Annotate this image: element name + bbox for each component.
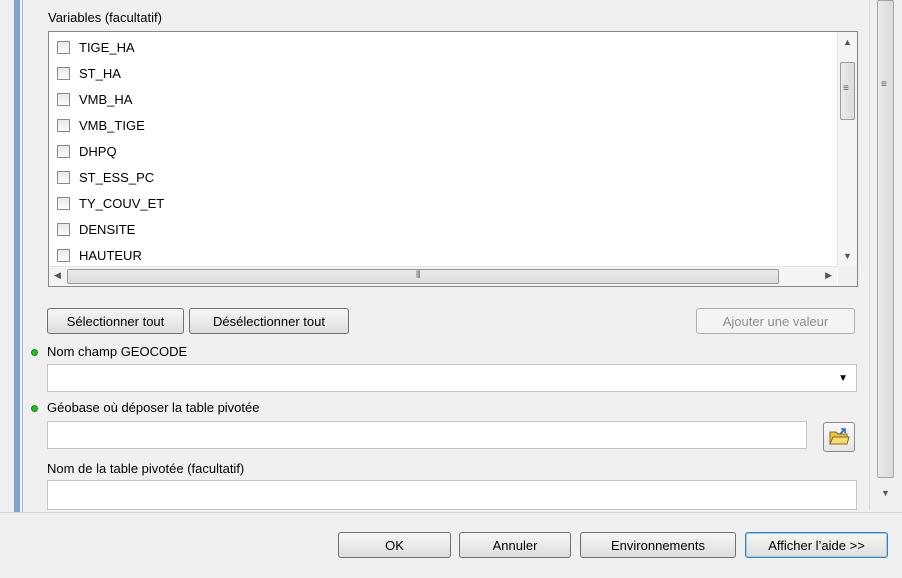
checkbox[interactable] (57, 248, 70, 262)
variables-label: Variables (facultatif) (48, 10, 162, 25)
grip-icon: ≡ (881, 79, 887, 90)
list-item-label: TIGE_HA (79, 39, 135, 55)
list-item[interactable]: TIGE_HA (57, 36, 135, 58)
left-arrow-icon[interactable]: ◀ (54, 271, 61, 280)
geobase-label: Géobase où déposer la table pivotée (47, 400, 260, 415)
up-arrow-icon[interactable]: ▲ (843, 38, 852, 47)
form-vertical-scrollbar[interactable]: ≡ ▼ (869, 0, 902, 510)
variables-listbox[interactable]: TIGE_HA ST_HA VMB_HA VMB_TIGE DHPQ ST_ES… (48, 31, 858, 287)
geocode-label: Nom champ GEOCODE (47, 344, 188, 359)
checkbox[interactable] (57, 170, 70, 184)
add-value-button[interactable]: Ajouter une valeur (696, 308, 855, 334)
variables-list: TIGE_HA ST_HA VMB_HA VMB_TIGE DHPQ ST_ES… (49, 32, 837, 266)
list-item-label: DENSITE (79, 221, 136, 237)
environments-button[interactable]: Environnements (580, 532, 736, 558)
list-item-label: ST_ESS_PC (79, 169, 155, 185)
list-item[interactable]: VMB_TIGE (57, 114, 145, 136)
cancel-button[interactable]: Annuler (459, 532, 571, 558)
list-horizontal-scroll-thumb[interactable]: ⦀ (67, 269, 779, 284)
list-item-label: VMB_HA (79, 91, 133, 107)
grip-icon: ⦀ (416, 270, 421, 281)
list-item-label: TY_COUV_ET (79, 195, 165, 211)
deselect-all-button[interactable]: Désélectionner tout (189, 308, 349, 334)
required-indicator-icon (31, 405, 38, 412)
checkbox[interactable] (57, 66, 70, 80)
table-name-input[interactable] (47, 480, 857, 510)
chevron-down-icon[interactable]: ▼ (838, 373, 848, 384)
list-horizontal-scrollbar[interactable]: ◀ ⦀ ▶ (49, 266, 837, 286)
list-item[interactable]: TY_COUV_ET (57, 192, 164, 214)
select-all-button[interactable]: Sélectionner tout (47, 308, 184, 334)
window-left-edge (0, 0, 23, 515)
list-item[interactable]: ST_HA (57, 62, 121, 84)
table-name-label: Nom de la table pivotée (facultatif) (47, 461, 245, 476)
list-item-label: ST_HA (79, 65, 121, 81)
geobase-input[interactable] (47, 421, 807, 449)
checkbox[interactable] (57, 118, 70, 132)
grip-icon: ≡ (843, 83, 849, 94)
show-help-button[interactable]: Afficher l’aide >> (745, 532, 888, 558)
list-item[interactable]: DENSITE (57, 218, 135, 240)
checkbox[interactable] (57, 196, 70, 210)
right-arrow-icon[interactable]: ▶ (825, 271, 832, 280)
required-indicator-icon (31, 349, 38, 356)
down-arrow-icon[interactable]: ▼ (881, 489, 890, 498)
form-vertical-scroll-thumb[interactable]: ≡ (877, 0, 894, 478)
checkbox[interactable] (57, 144, 70, 158)
down-arrow-icon[interactable]: ▼ (843, 252, 852, 261)
geocode-dropdown[interactable]: ▼ (47, 364, 857, 392)
list-item[interactable]: HAUTEUR (57, 244, 142, 266)
browse-button[interactable] (823, 422, 855, 452)
open-folder-icon (829, 428, 850, 445)
list-item[interactable]: VMB_HA (57, 88, 132, 110)
list-vertical-scroll-thumb[interactable]: ≡ (840, 62, 855, 120)
list-item[interactable]: DHPQ (57, 140, 117, 162)
list-vertical-scrollbar[interactable]: ▲ ≡ ▼ (837, 32, 857, 267)
list-item-label: DHPQ (79, 143, 117, 159)
list-item-label: HAUTEUR (79, 247, 142, 263)
ok-button[interactable]: OK (338, 532, 451, 558)
list-item-label: VMB_TIGE (79, 117, 145, 133)
checkbox[interactable] (57, 92, 70, 106)
scroll-corner (838, 267, 857, 286)
list-item[interactable]: ST_ESS_PC (57, 166, 154, 188)
checkbox[interactable] (57, 222, 70, 236)
checkbox[interactable] (57, 40, 70, 54)
